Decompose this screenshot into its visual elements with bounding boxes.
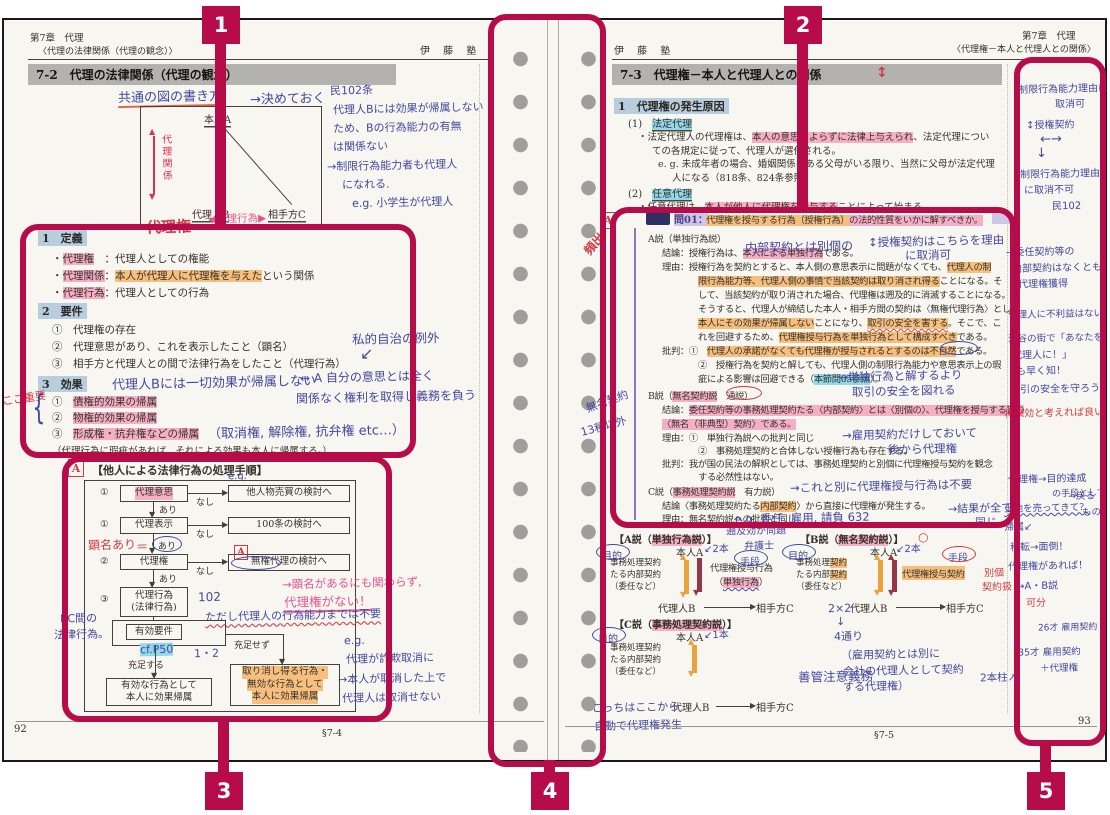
handwritten-note: （雇用契約とは別に bbox=[841, 645, 940, 663]
handwritten-note: ↙2本 bbox=[704, 540, 729, 556]
printed-line: (1) 法定代理 bbox=[628, 115, 692, 130]
handwritten-note: する代理権） bbox=[843, 677, 909, 694]
blue-circle-mark bbox=[782, 544, 816, 560]
handwritten-note: 契約扱 bbox=[982, 578, 1012, 594]
callout-region-2 bbox=[610, 207, 1016, 528]
handwritten-note: 別個 bbox=[984, 564, 1004, 579]
handwritten-note: →決めておく bbox=[250, 87, 326, 108]
blue-circle-mark bbox=[734, 550, 768, 566]
callout-tag-3: 3 bbox=[205, 772, 243, 810]
footer-section: §7-4 bbox=[322, 728, 342, 739]
callout-tag-4: 4 bbox=[531, 772, 569, 810]
text-segment: 契約 bbox=[830, 570, 847, 580]
maroon-arrow-rod bbox=[697, 558, 702, 592]
diagram-counterparty: 相手方C bbox=[756, 699, 794, 714]
diagram-counterparty: 相手方C bbox=[946, 600, 984, 615]
handwritten-note: →制限行為能力者も代理人 bbox=[327, 156, 458, 175]
callout-tag-2: 2 bbox=[784, 6, 822, 44]
header-rule bbox=[28, 59, 493, 60]
callout-region-5 bbox=[1014, 57, 1106, 746]
printed-line: 代理権授与契約 bbox=[902, 566, 965, 580]
handwritten-note: 共通の図の書き方 bbox=[118, 85, 222, 108]
handwritten-note: ↓ bbox=[836, 615, 845, 628]
orange-arrow-down-icon: ▼ bbox=[680, 591, 686, 599]
red-updown-arrow: ↕ bbox=[876, 65, 888, 81]
callout-stem-3 bbox=[218, 718, 229, 774]
printed-line: ての各規定に従って、代理人が選任される。 bbox=[652, 143, 841, 157]
callout-region-3 bbox=[62, 456, 392, 722]
callout-tag-5: 5 bbox=[1027, 772, 1065, 810]
text-segment: ・法定代理人の代理権は、 bbox=[638, 132, 752, 143]
text-segment: たる内部 bbox=[796, 570, 830, 580]
callout-stem-5 bbox=[1040, 742, 1051, 774]
printed-line: （委任など） bbox=[796, 580, 847, 592]
printed-line: たる内部契約 bbox=[796, 568, 847, 580]
maroon-arrow-down-icon: ▼ bbox=[888, 589, 894, 597]
text-segment: 、法定代理につい bbox=[913, 132, 989, 143]
red-circle-mark bbox=[942, 546, 976, 562]
handwritten-note: になれる. bbox=[342, 176, 390, 193]
diagram-arrow bbox=[704, 607, 752, 608]
diagram-counterparty: 相手方C bbox=[756, 600, 794, 615]
chapter-subtitle: 〈代理の法律関係（代理の観念）〉 bbox=[38, 44, 178, 57]
chapter-subtitle: 〈代理権－本人と代理人との関係〉 bbox=[952, 42, 1096, 55]
diagram-arrow bbox=[896, 607, 942, 608]
red-arrow-up-icon: ▲ bbox=[149, 128, 155, 136]
printed-line: e. g. 未成年者の場合、婚姻関係にある父母がいる限り、当然に父母が法定代理 bbox=[658, 156, 995, 170]
text-segment: （ bbox=[714, 577, 723, 588]
red-arrow-rod bbox=[153, 136, 156, 194]
handwritten-note: 自動で代理権発生 bbox=[594, 716, 682, 734]
handwritten-note: 2×2 bbox=[828, 602, 851, 615]
orange-arrow-rod bbox=[684, 560, 689, 594]
section-label-hassei: 1 代理権の発生原因 bbox=[614, 98, 729, 114]
text-segment: 本人の意思によらずに法律上与えられ bbox=[752, 132, 913, 143]
handwritten-note: ため、Bの行為能力の有無 bbox=[333, 118, 462, 137]
callout-stem-2 bbox=[797, 42, 808, 209]
printed-line: （単独行為） bbox=[714, 574, 768, 588]
callout-tag-1: 1 bbox=[202, 6, 240, 44]
handwritten-note: ↙2本 bbox=[896, 540, 921, 556]
diagram-agent: 代理人B bbox=[658, 600, 695, 615]
margin-rule-left-page bbox=[479, 64, 480, 714]
diagram-counterparty: 相手方C bbox=[268, 206, 306, 221]
handwritten-note: 代理関係 bbox=[157, 134, 173, 182]
scanned-textbook-spread: 第7章 代理 〈代理の法律関係（代理の観念）〉 伊 藤 塾 7-2 代理の法律関… bbox=[0, 0, 1110, 815]
printed-line: たる内部契約 bbox=[610, 568, 661, 580]
orange-arrow-down-icon: ▼ bbox=[874, 589, 880, 597]
maroon-arrow-down-icon: ▼ bbox=[693, 589, 699, 597]
red-arrow-down-icon: ▼ bbox=[149, 193, 155, 201]
printed-line: (2) 任意代理 bbox=[628, 185, 692, 200]
handwritten-note: 2本柱↗ bbox=[980, 670, 1017, 686]
handwritten-note: e.g. 小学生が代理人 bbox=[352, 193, 454, 211]
printed-line: （委任など） bbox=[610, 665, 661, 677]
brand-itojuku: 伊 藤 塾 bbox=[420, 42, 481, 57]
callout-region-1 bbox=[20, 224, 416, 458]
callout-region-4 bbox=[488, 14, 606, 767]
diagram-agent: 代理人B bbox=[850, 600, 887, 615]
callout-stem-1 bbox=[215, 42, 226, 226]
diagram-arrow bbox=[716, 706, 752, 707]
brand-itojuku: 伊 藤 塾 bbox=[614, 42, 675, 57]
footer-section: §7-5 bbox=[874, 730, 894, 741]
orange-arrow-down-icon: ▼ bbox=[688, 670, 694, 678]
handwritten-note: ↙1本 bbox=[704, 626, 729, 642]
text-segment: 単独行為 bbox=[723, 577, 759, 588]
text-segment: ） bbox=[759, 577, 768, 588]
printed-line: たる内部契約 bbox=[610, 653, 661, 665]
text-segment: 契約 bbox=[830, 558, 847, 568]
handwritten-note: 民102条 bbox=[330, 82, 373, 99]
printed-line: 人になる（818条、824条参照） bbox=[672, 170, 813, 184]
page-number: 92 bbox=[14, 724, 27, 735]
printed-line: （委任など） bbox=[610, 580, 661, 592]
chapter-header: 第7章 代理 bbox=[1022, 28, 1076, 42]
handwritten-note: 代理人Bには効果が帰属しない bbox=[333, 98, 484, 117]
chapter-header: 第7章 代理 bbox=[30, 30, 84, 44]
handwritten-note: は関係ない bbox=[333, 137, 388, 154]
printed-line: ・法定代理人の代理権は、本人の意思によらずに法律上与えられ、法定代理につい bbox=[638, 129, 989, 143]
handwritten-note: 4通り bbox=[834, 628, 863, 645]
